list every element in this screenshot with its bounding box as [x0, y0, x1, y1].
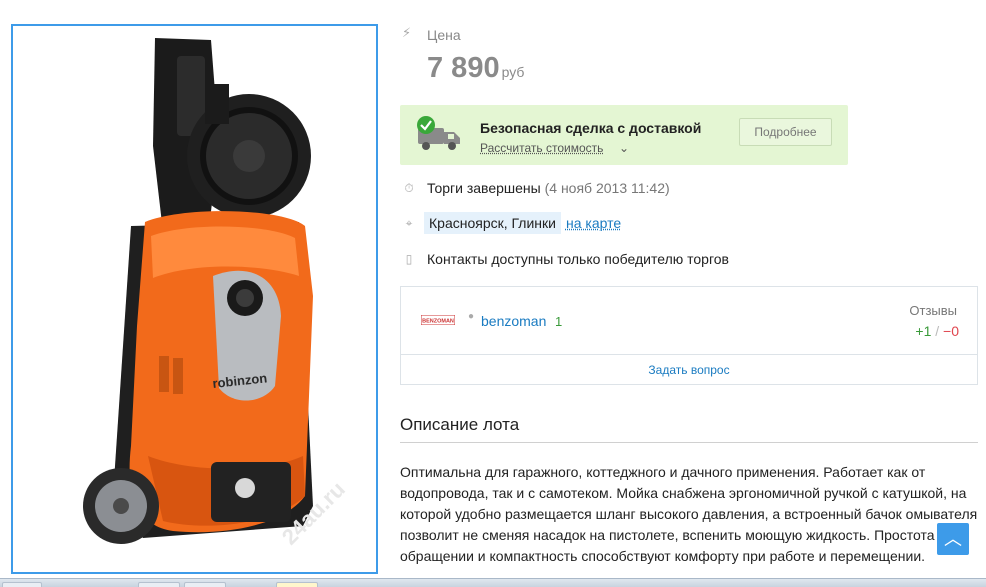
price-label: Цена	[427, 27, 461, 43]
seller-rating: 1	[555, 314, 562, 329]
auction-end-date: (4 нояб 2013 11:42)	[545, 180, 670, 196]
price-currency: руб	[502, 64, 525, 80]
seller-logo[interactable]: BENZOMAN	[421, 315, 455, 325]
auction-status: Торги завершены	[427, 180, 541, 196]
seller-logo-text: BENZOMAN	[422, 319, 454, 325]
reviews-positive[interactable]: +1	[915, 323, 931, 339]
pressure-washer-image: robinzon 24au.ru	[13, 26, 376, 572]
online-status-icon: ●	[468, 311, 474, 322]
location-text: Красноярск, Глинки	[424, 212, 561, 234]
more-details-button[interactable]: Подробнее	[739, 118, 832, 146]
lightning-icon: ⚡	[402, 25, 411, 41]
price-value: 7 890 руб	[427, 52, 524, 85]
description-text: Оптимальна для гаражного, коттеджного и …	[400, 462, 980, 567]
reviews-label: Отзывы	[909, 303, 957, 318]
ask-question-link[interactable]: Задать вопрос	[401, 356, 977, 385]
safe-deal-banner: Безопасная сделка с доставкой Рассчитать…	[400, 105, 848, 165]
taskbar-button[interactable]	[276, 582, 318, 587]
safe-deal-title: Безопасная сделка с доставкой	[480, 120, 701, 136]
phone-icon: ▯	[402, 252, 416, 266]
chevron-down-icon[interactable]: ⌄	[619, 141, 629, 155]
map-pin-icon: ⌖	[402, 216, 416, 231]
taskbar-button[interactable]	[2, 582, 42, 587]
seller-card: BENZOMAN ● benzoman 1 Отзывы +1 / −0 Зад…	[400, 286, 978, 385]
chevron-up-icon: ︿	[944, 529, 962, 549]
calculate-cost-link[interactable]: Рассчитать стоимость	[480, 141, 603, 155]
description-title: Описание лота	[400, 415, 519, 435]
lot-info: ⚡ Цена 7 890 руб Безопасная сделка с дост…	[400, 0, 986, 587]
delivery-truck-icon	[414, 116, 464, 152]
stopwatch-icon: ⏱	[402, 181, 416, 196]
divider	[400, 442, 978, 443]
product-photo[interactable]: robinzon 24au.ru	[11, 24, 378, 574]
taskbar	[0, 578, 986, 587]
seller-name-link[interactable]: benzoman	[481, 313, 546, 329]
map-link[interactable]: на карте	[566, 215, 621, 231]
reviews-negative[interactable]: −0	[943, 323, 959, 339]
contacts-note: Контакты доступны только победителю торг…	[427, 251, 729, 267]
taskbar-button[interactable]	[138, 582, 180, 587]
scroll-to-top-button[interactable]: ︿	[937, 523, 969, 555]
taskbar-button[interactable]	[184, 582, 226, 587]
reviews-counts[interactable]: +1 / −0	[915, 323, 959, 339]
